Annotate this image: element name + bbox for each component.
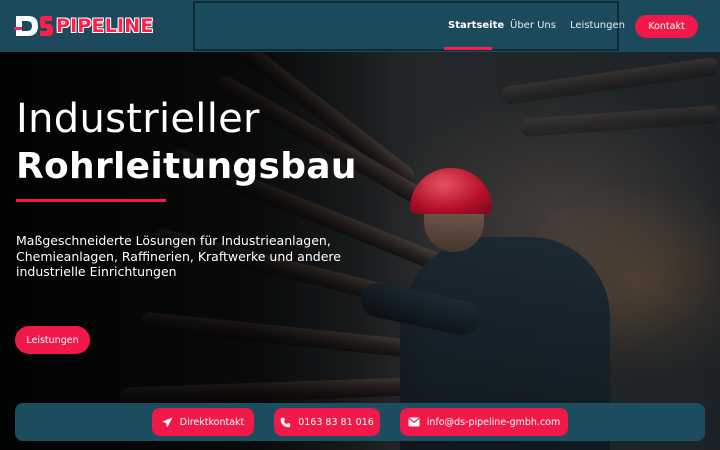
envelope-icon	[408, 417, 420, 427]
hero-subtitle: Maßgeschneiderte Lösungen für Industriea…	[16, 233, 341, 279]
title-underline	[16, 199, 166, 202]
email-label: info@ds-pipeline-gmbh.com	[426, 416, 561, 428]
nav-active-indicator	[444, 47, 492, 50]
nav-item-ueber-uns[interactable]: Über Uns	[510, 20, 556, 31]
paper-plane-icon	[162, 416, 173, 428]
site-header: PIPELINE Startseite Über Uns Leistungen …	[0, 0, 720, 52]
services-button[interactable]: Leistungen	[15, 326, 90, 354]
phone-button[interactable]: 0163 83 81 016	[274, 408, 380, 436]
phone-icon	[280, 417, 291, 427]
direct-contact-button[interactable]: Direktkontakt	[152, 408, 254, 436]
logo-text: PIPELINE	[56, 15, 154, 37]
contact-button[interactable]: Kontakt	[635, 15, 698, 38]
email-button[interactable]: info@ds-pipeline-gmbh.com	[400, 408, 568, 436]
nav-item-startseite[interactable]: Startseite	[448, 20, 504, 31]
phone-label: 0163 83 81 016	[298, 416, 374, 428]
direct-contact-label: Direktkontakt	[179, 416, 245, 428]
logo-ds-mark-icon	[14, 16, 53, 36]
logo[interactable]: PIPELINE	[14, 12, 154, 40]
hero-title-line2: Rohrleitungsbau	[16, 146, 357, 187]
hero-title-line1: Industrieller	[16, 96, 260, 142]
nav-item-leistungen[interactable]: Leistungen	[570, 20, 625, 31]
